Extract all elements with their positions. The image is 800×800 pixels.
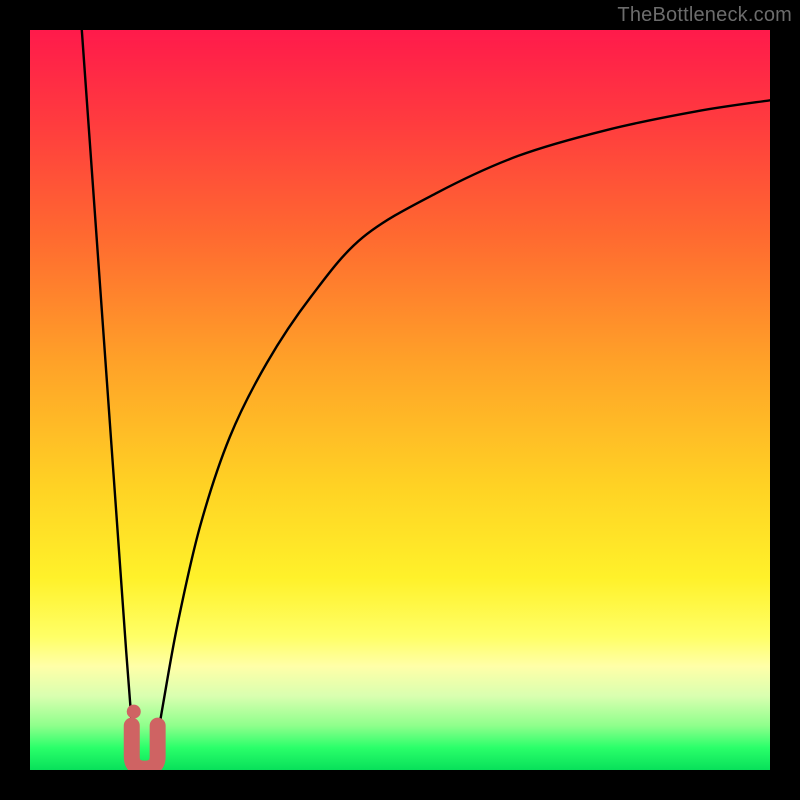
watermark-text: TheBottleneck.com — [617, 4, 792, 27]
valley-marker-u — [132, 726, 158, 769]
curve-svg — [30, 30, 770, 770]
chart-frame: TheBottleneck.com — [0, 0, 800, 800]
curve-right-ascent — [156, 100, 770, 748]
plot-area — [30, 30, 770, 770]
curve-left-descent — [82, 30, 134, 748]
valley-marker-dot — [127, 705, 141, 719]
